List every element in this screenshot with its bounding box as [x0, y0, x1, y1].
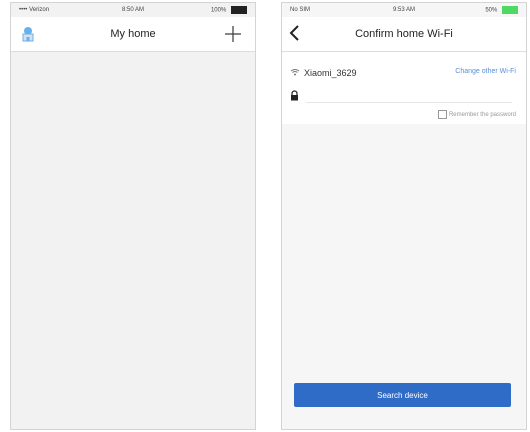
nav-bar: Confirm home Wi-Fi: [282, 17, 526, 52]
phone-screen-my-home: •••• Verizon 8:50 AM 100% My home: [10, 2, 256, 430]
wifi-icon: [290, 69, 300, 76]
status-bar: •••• Verizon 8:50 AM 100%: [11, 3, 255, 17]
carrier-label: No SIM: [290, 7, 311, 13]
add-button[interactable]: [221, 22, 245, 46]
battery-percent: 50%: [485, 7, 498, 14]
wifi-form: Xiaomi_3629 Change other Wi-Fi Remember …: [282, 52, 526, 124]
remember-label: Remember the password: [448, 111, 516, 118]
battery-icon: [502, 6, 518, 14]
password-row: [282, 88, 526, 106]
nav-bar: My home: [11, 17, 255, 52]
page-title: Confirm home Wi-Fi: [355, 28, 453, 40]
wifi-network-name: Xiaomi_3629: [304, 68, 357, 78]
battery-icon: [231, 6, 247, 14]
plus-icon: [225, 26, 241, 42]
page-title: My home: [110, 28, 156, 40]
remember-checkbox[interactable]: [437, 110, 447, 119]
battery-percent: 100%: [210, 7, 227, 14]
change-wifi-link[interactable]: Change other Wi-Fi: [455, 68, 516, 75]
search-device-button[interactable]: Search device: [294, 383, 511, 407]
phone-screen-confirm-wifi: No SIM 9:53 AM 50% Confirm home Wi-Fi Xi…: [281, 2, 527, 430]
wifi-network-row: Xiaomi_3629 Change other Wi-Fi: [282, 64, 526, 84]
battery-indicator: 50%: [485, 6, 518, 14]
battery-indicator: 100%: [211, 6, 247, 14]
status-bar: No SIM 9:53 AM 50%: [282, 3, 526, 17]
carrier-label: •••• Verizon: [19, 7, 50, 13]
remember-password-option[interactable]: Remember the password: [437, 110, 516, 119]
lock-icon: [291, 90, 298, 101]
password-field[interactable]: [306, 90, 512, 103]
